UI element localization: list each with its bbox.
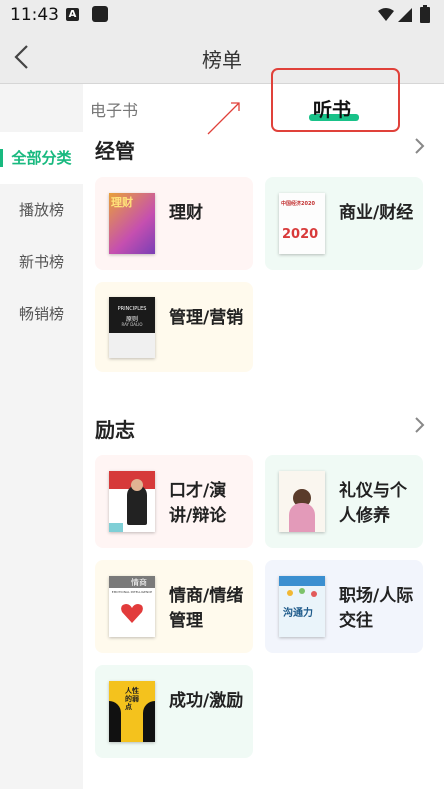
highlight-box xyxy=(271,68,400,132)
sidebar-item-all-categories[interactable]: 全部分类 xyxy=(0,132,83,184)
annotation-arrow xyxy=(207,102,240,135)
tab-ebook[interactable]: 电子书 xyxy=(90,97,138,121)
book-cover-speech xyxy=(109,471,155,532)
book-cover-career: 沟通力 xyxy=(279,576,325,637)
category-sidebar: 全部分类 播放榜 新书榜 畅销榜 xyxy=(0,84,83,789)
category-card-business[interactable]: 中国经济2020 2020 商业/财经 xyxy=(265,177,423,270)
category-card-management[interactable]: PRINCIPLES 原则 RAY DALIO 管理/营销 xyxy=(95,282,253,372)
category-label: 理财 xyxy=(169,203,203,223)
chevron-right-icon[interactable] xyxy=(414,416,426,434)
section-title-inspiration: 励志 xyxy=(95,418,135,442)
sidebar-item-new-books[interactable]: 新书榜 xyxy=(0,236,83,288)
section-title-management: 经管 xyxy=(95,139,135,163)
status-bar: 11:43 A xyxy=(0,0,444,30)
status-time: 11:43 xyxy=(10,5,59,25)
book-cover-eq: 情商 EMOTIONAL INTELLIGENCE xyxy=(109,576,155,637)
notification-a-icon: A xyxy=(66,8,79,21)
book-cover-success: 人性的弱点 xyxy=(109,681,155,742)
book-cover-principles: PRINCIPLES 原则 RAY DALIO xyxy=(109,297,155,358)
category-label: 口才/演讲/辩论 xyxy=(169,481,227,526)
signal-icon xyxy=(398,8,412,22)
chevron-right-icon[interactable] xyxy=(414,137,426,155)
notification-square-icon xyxy=(92,6,108,22)
category-card-eq[interactable]: 情商 EMOTIONAL INTELLIGENCE 情商/情绪管理 xyxy=(95,560,253,653)
sidebar-item-play-ranking[interactable]: 播放榜 xyxy=(0,184,83,236)
category-card-etiquette[interactable]: 礼仪与个人修养 xyxy=(265,455,423,548)
wifi-icon xyxy=(378,8,394,21)
book-cover-finance: 理财 xyxy=(109,193,155,254)
category-label: 情商/情绪管理 xyxy=(169,586,244,631)
category-label: 职场/人际交往 xyxy=(339,586,414,631)
category-card-success[interactable]: 人性的弱点 成功/激励 xyxy=(95,665,253,758)
category-label: 商业/财经 xyxy=(339,203,414,223)
book-cover-business: 中国经济2020 2020 xyxy=(279,193,325,254)
category-label: 成功/激励 xyxy=(169,691,244,711)
category-card-speech[interactable]: 口才/演讲/辩论 xyxy=(95,455,253,548)
book-cover-etiquette xyxy=(279,471,325,532)
battery-icon xyxy=(420,5,430,23)
category-card-finance[interactable]: 理财 理财 xyxy=(95,177,253,270)
category-card-career[interactable]: 沟通力 职场/人际交往 xyxy=(265,560,423,653)
category-label: 管理/营销 xyxy=(169,308,244,328)
category-label: 礼仪与个人修养 xyxy=(339,481,407,526)
sidebar-item-bestsellers[interactable]: 畅销榜 xyxy=(0,288,83,340)
